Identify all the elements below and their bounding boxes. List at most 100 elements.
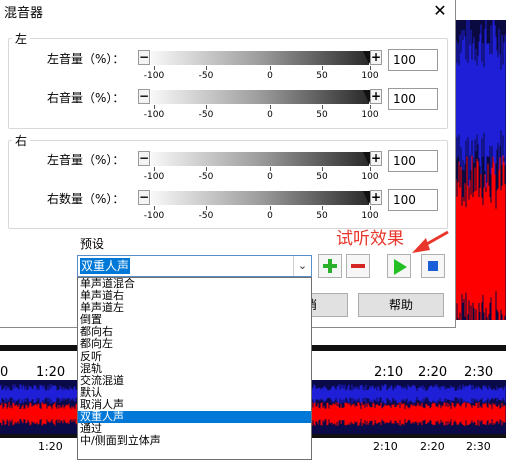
- minus-icon[interactable]: −: [138, 151, 150, 166]
- plus-icon: [323, 259, 337, 273]
- ruler-top-label: 2:30: [464, 365, 494, 380]
- group-legend: 左: [15, 32, 28, 46]
- scale-tick-label: 50: [316, 211, 328, 221]
- scale-tick-label: 50: [316, 172, 328, 182]
- scale-tick-label: -50: [198, 211, 214, 221]
- scale-tick-label: -50: [198, 71, 214, 81]
- preset-selected-value: 双重人声: [80, 258, 131, 274]
- preset-option[interactable]: 都向左: [78, 338, 311, 350]
- left-group-left-volume-slider[interactable]: − +: [138, 50, 384, 66]
- scale-tick: [154, 66, 155, 70]
- left-group-right-volume-slider[interactable]: − +: [138, 89, 384, 105]
- right-group-left-volume-input[interactable]: [388, 150, 438, 172]
- waveform-top-gap: [456, 0, 506, 20]
- scale-tick: [154, 105, 155, 109]
- right-group-left-volume-label: 左音量（%）：: [47, 153, 125, 167]
- preset-option[interactable]: 双重人声: [78, 410, 311, 424]
- minus-icon[interactable]: −: [138, 50, 150, 65]
- scale-tick: [322, 206, 323, 210]
- play-icon: [394, 259, 407, 275]
- remove-preset-button[interactable]: [346, 254, 370, 278]
- slider-track[interactable]: [151, 191, 369, 205]
- right-group-right-volume-slider[interactable]: − +: [138, 190, 384, 206]
- scale-tick: [206, 105, 207, 109]
- plus-icon[interactable]: +: [370, 190, 382, 205]
- scale-tick-label: 0: [267, 71, 273, 81]
- scale-tick-label: 100: [361, 211, 379, 221]
- right-group-left-volume-slider[interactable]: − +: [138, 151, 384, 167]
- volume-scale: -100 -50 0 50 100: [144, 167, 384, 185]
- plus-icon[interactable]: +: [370, 151, 382, 166]
- scale-tick-label: 100: [361, 172, 379, 182]
- scale-tick: [154, 206, 155, 210]
- scale-tick: [322, 66, 323, 70]
- group-legend: 右: [15, 134, 28, 148]
- scale-tick-label: -100: [143, 211, 165, 221]
- scale-tick-label: 50: [316, 71, 328, 81]
- scale-tick-label: 100: [361, 71, 379, 81]
- volume-scale: -100 -50 0 50 100: [144, 105, 384, 123]
- left-group-right-volume-input[interactable]: [388, 88, 438, 110]
- scale-tick-label: -100: [143, 110, 165, 120]
- stop-icon: [428, 261, 438, 271]
- ruler-top-label: 2:20: [418, 365, 448, 380]
- dialog-title: 混音器: [4, 6, 44, 21]
- scale-tick-label: 0: [267, 110, 273, 120]
- waveform-top-track[interactable]: [456, 0, 506, 320]
- slider-track[interactable]: [151, 152, 369, 166]
- chevron-down-icon[interactable]: ⌄: [293, 256, 311, 276]
- minus-icon: [351, 264, 365, 268]
- ruler-top-label: 1:20: [36, 365, 66, 380]
- scale-tick: [322, 105, 323, 109]
- ruler-top-label: 0: [0, 365, 9, 380]
- ruler-top-label: 2:10: [374, 365, 404, 380]
- scale-tick: [206, 66, 207, 70]
- scale-tick: [270, 66, 271, 70]
- add-preset-button[interactable]: [318, 254, 342, 278]
- scale-tick: [270, 167, 271, 171]
- left-group-left-volume-label: 左音量（%）：: [47, 52, 125, 66]
- scale-tick: [370, 66, 371, 70]
- scale-tick: [370, 206, 371, 210]
- scale-tick-label: 100: [361, 110, 379, 120]
- left-group-left-volume-input[interactable]: [388, 49, 438, 71]
- minus-icon[interactable]: −: [138, 190, 150, 205]
- slider-track[interactable]: [151, 51, 369, 65]
- preset-dropdown-list[interactable]: 单声道混合 单声道右 单声道左 倒置 都向右 都向左 反听 混轨 交流混道 默认 取消人声 双重人声通…: [77, 277, 312, 460]
- right-group-right-volume-label: 右数量（%）：: [47, 192, 125, 206]
- scale-tick: [370, 105, 371, 109]
- left-group-right-volume-label: 右音量（%）：: [47, 91, 125, 105]
- annotation-label: 试听效果: [336, 229, 404, 249]
- scale-tick-label: -100: [143, 71, 165, 81]
- ruler-bottom-label: 2:10: [373, 440, 398, 453]
- play-preview-button[interactable]: [387, 254, 411, 278]
- scale-tick: [322, 167, 323, 171]
- slider-track[interactable]: [151, 90, 369, 104]
- preset-option[interactable]: 反听: [78, 350, 311, 363]
- stop-preview-button[interactable]: [421, 254, 445, 278]
- scale-tick-label: -50: [198, 172, 214, 182]
- plus-icon[interactable]: +: [370, 50, 382, 65]
- help-button[interactable]: 帮助: [358, 293, 444, 317]
- right-group-right-volume-input[interactable]: [388, 189, 438, 211]
- scale-tick: [370, 167, 371, 171]
- scale-tick-label: 50: [316, 110, 328, 120]
- scale-tick: [206, 206, 207, 210]
- preset-select[interactable]: 双重人声 ⌄: [77, 255, 312, 277]
- minus-icon[interactable]: −: [138, 89, 150, 104]
- ruler-bottom-label: 2:30: [466, 440, 491, 453]
- scale-tick: [270, 206, 271, 210]
- scale-tick-label: -50: [198, 110, 214, 120]
- preset-option[interactable]: 中/侧面到立体声: [78, 435, 311, 447]
- preset-label: 预设: [80, 237, 105, 251]
- close-icon[interactable]: ✕: [431, 2, 449, 20]
- volume-scale: -100 -50 0 50 100: [144, 66, 384, 84]
- preset-option[interactable]: 交流混道: [78, 374, 311, 387]
- plus-icon[interactable]: +: [370, 89, 382, 104]
- scale-tick-label: 0: [267, 172, 273, 182]
- volume-scale: -100 -50 0 50 100: [144, 206, 384, 224]
- preset-option[interactable]: 单声道左: [78, 302, 311, 314]
- preset-option[interactable]: 混轨: [78, 362, 311, 375]
- scale-tick: [206, 167, 207, 171]
- scale-tick-label: 0: [267, 211, 273, 221]
